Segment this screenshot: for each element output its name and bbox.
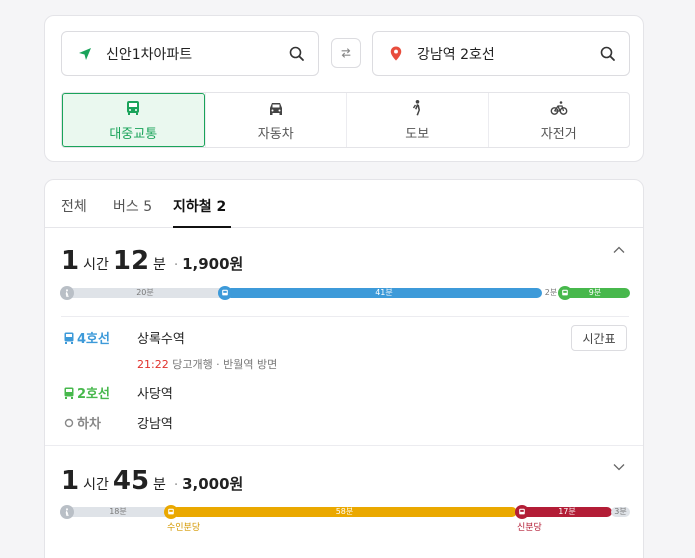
car-icon	[269, 102, 282, 115]
chevron-down-icon[interactable]	[611, 459, 627, 475]
subway-icon	[164, 505, 178, 519]
bus-icon	[127, 100, 140, 115]
mode-transit[interactable]: 대중교통	[62, 93, 205, 147]
departure-detail: 21:22 당고개행 · 반월역 방면	[137, 356, 277, 372]
origin-field[interactable]: 신안1차아파트	[61, 31, 319, 76]
subway-icon	[515, 505, 529, 519]
route-hour-unit: 시간	[83, 257, 109, 273]
direction-text: 당고개행 · 반월역 방면	[172, 358, 278, 371]
route-timeline: 18분 58분 17분 3분	[60, 505, 630, 519]
walk-segment: 3분	[611, 507, 630, 517]
destination-text: 강남역 2호선	[417, 46, 495, 63]
station-name: 강남역	[137, 417, 173, 432]
route-hours: 1	[61, 466, 80, 496]
timetable-button[interactable]: 시간표	[571, 325, 627, 351]
alight-label: 하차	[63, 413, 137, 432]
walk-icon	[413, 99, 421, 115]
search-card: 신안1차아파트 강남역 2호선 대중교통 자동차 도보 자전거	[44, 15, 644, 162]
mode-label: 자동차	[257, 126, 294, 142]
route-fare: 1,900원	[182, 255, 244, 273]
origin-text: 신안1차아파트	[106, 46, 193, 63]
separator-dot: ·	[173, 478, 179, 493]
suin-bundang-segment: 58분	[172, 507, 517, 517]
walk-icon	[60, 286, 74, 300]
route-minutes: 12	[112, 246, 150, 276]
mode-car[interactable]: 자동차	[204, 93, 347, 147]
route-minute-unit: 분	[153, 257, 166, 273]
route-summary[interactable]: 1 시간 12 분 · 1,900원	[61, 246, 243, 276]
boarding-line-name: 수인분당	[167, 523, 201, 533]
line-label: 2호선	[63, 383, 137, 402]
separator-dot: ·	[173, 258, 179, 273]
mode-bike[interactable]: 자전거	[487, 93, 630, 147]
route-step: 하차 강남역	[63, 413, 173, 432]
station-name: 상록수역	[137, 332, 185, 347]
destination-field[interactable]: 강남역 2호선	[372, 31, 630, 76]
route-filter-tabs: 전체 버스 5 지하철 2	[45, 180, 643, 228]
search-icon[interactable]	[599, 45, 617, 63]
mode-label: 대중교통	[109, 126, 158, 142]
swap-icon	[341, 48, 351, 58]
walk-segment: 20분	[60, 288, 230, 298]
mode-walk[interactable]: 도보	[346, 93, 488, 147]
bike-icon	[550, 100, 568, 115]
subway-icon	[218, 286, 232, 300]
navigation-arrow-icon	[76, 45, 94, 63]
subway-icon	[64, 387, 74, 399]
active-tab-indicator	[173, 226, 231, 228]
walk-segment: 18분	[60, 507, 176, 517]
tab-subway[interactable]: 지하철 2	[173, 196, 226, 216]
location-pin-icon	[387, 45, 405, 63]
route-step: 2호선 사당역	[63, 383, 173, 402]
mode-label: 도보	[405, 126, 430, 142]
line-label: 4호선	[63, 328, 137, 347]
walk-icon	[60, 505, 74, 519]
route-minutes: 45	[112, 466, 150, 496]
subway-icon	[64, 332, 74, 344]
subway-icon	[558, 286, 572, 300]
route-hours: 1	[61, 246, 80, 276]
chevron-up-icon[interactable]	[611, 242, 627, 258]
tab-all[interactable]: 전체	[61, 196, 87, 216]
station-name: 사당역	[137, 387, 173, 402]
transport-mode-tabs: 대중교통 자동차 도보 자전거	[61, 92, 630, 148]
divider	[61, 316, 629, 317]
alight-circle-icon	[64, 418, 74, 427]
route-divider	[45, 445, 643, 446]
route-timeline: 20분 41분 2분 9분	[60, 286, 630, 300]
route-hour-unit: 시간	[83, 477, 109, 493]
sin-bundang-segment: 17분	[522, 507, 612, 517]
search-icon[interactable]	[288, 45, 306, 63]
route-fare: 3,000원	[182, 475, 244, 493]
results-card: 전체 버스 5 지하철 2 1 시간 12 분 · 1,900원 20분 41분…	[44, 179, 644, 558]
route-step: 4호선 상록수역	[63, 328, 185, 347]
mode-label: 자전거	[540, 126, 577, 142]
route-minute-unit: 분	[153, 477, 166, 493]
subway-line4-segment: 41분	[226, 288, 542, 298]
departure-time: 21:22	[137, 358, 169, 371]
swap-button[interactable]	[331, 38, 361, 68]
boarding-line-name: 신분당	[517, 523, 542, 533]
route-summary[interactable]: 1 시간 45 분 · 3,000원	[61, 466, 243, 496]
tab-bus[interactable]: 버스 5	[113, 196, 152, 216]
